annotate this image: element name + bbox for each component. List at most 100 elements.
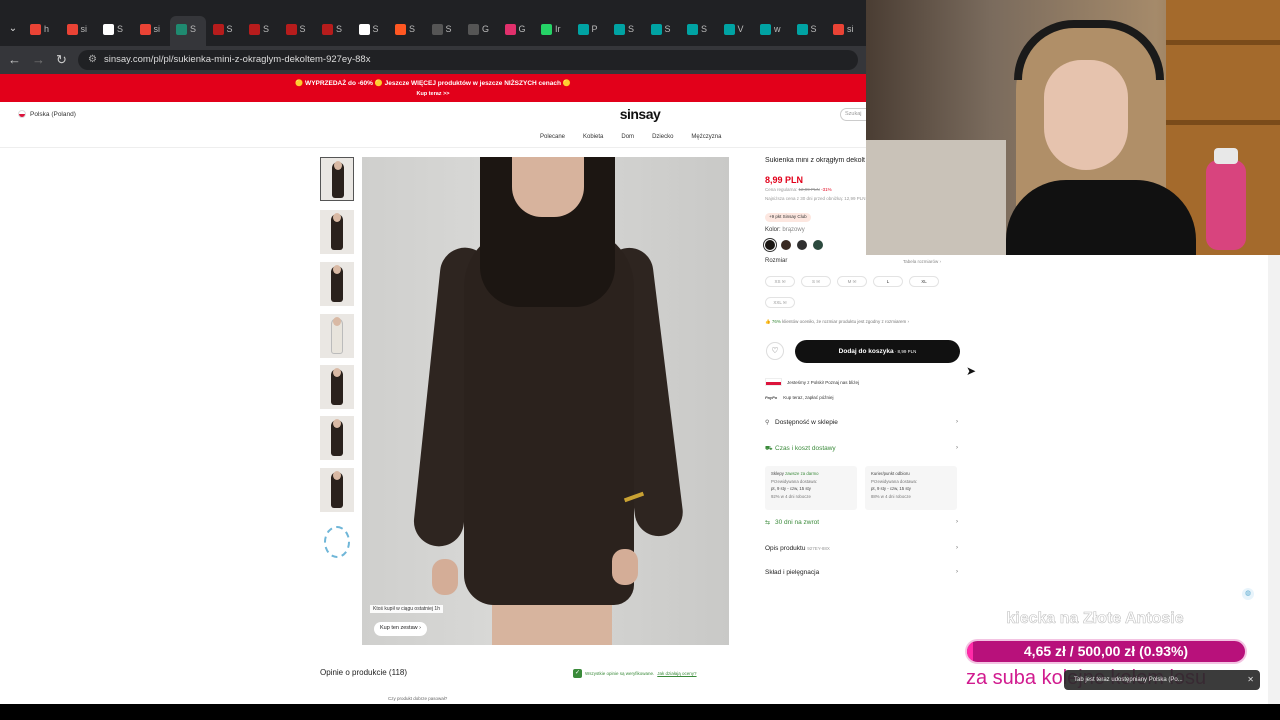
browser-tab[interactable]: S bbox=[249, 20, 269, 38]
gallery-thumbnail[interactable] bbox=[320, 262, 354, 306]
size-option-xl[interactable]: XL bbox=[909, 276, 939, 287]
poland-flag-icon bbox=[18, 110, 26, 118]
color-swatch[interactable] bbox=[813, 240, 823, 250]
browser-tab[interactable]: S bbox=[431, 20, 452, 38]
browser-tab[interactable]: si bbox=[66, 20, 87, 38]
promo-cta-link[interactable]: Kup teraz >> bbox=[0, 91, 866, 97]
delivery-line: pt, 9 sty - czw, 15 sty bbox=[871, 486, 911, 491]
add-to-cart-price: · 8,99 PLN bbox=[893, 349, 917, 354]
country-selector[interactable]: Polska (Poland) bbox=[18, 110, 76, 118]
tab-favicon-icon bbox=[760, 23, 771, 35]
composition-care-row[interactable]: Skład i pielęgnacja › bbox=[765, 569, 960, 581]
tab-label: S bbox=[445, 24, 452, 34]
cam-bottle bbox=[1206, 160, 1246, 250]
browser-tab[interactable]: S bbox=[212, 20, 233, 38]
nav-item-polecane[interactable]: Polecane bbox=[540, 134, 565, 140]
gallery-thumbnail[interactable] bbox=[320, 210, 354, 254]
tab-search-dropdown-icon[interactable]: ⌄ bbox=[6, 22, 20, 36]
size-option-xxl[interactable]: XXL ✉ bbox=[765, 297, 795, 308]
header-divider bbox=[0, 147, 866, 148]
size-table-link[interactable]: Tabela rozmiarów › bbox=[903, 259, 941, 264]
reload-icon[interactable]: ↻ bbox=[56, 52, 67, 68]
browser-tab[interactable]: S bbox=[322, 20, 342, 38]
nav-item-mezczyzna[interactable]: Mężczyzna bbox=[691, 134, 721, 140]
browser-tab[interactable]: h bbox=[30, 20, 49, 38]
color-swatch[interactable] bbox=[765, 240, 775, 250]
chevron-right-icon: › bbox=[956, 545, 958, 551]
color-swatch[interactable] bbox=[781, 240, 791, 250]
size-option-xs[interactable]: XS ✉ bbox=[765, 276, 795, 287]
chevron-right-icon: › bbox=[956, 569, 958, 575]
delivery-card-courier: Kurier/punkt odbioru Przewidywana dostaw… bbox=[865, 466, 957, 510]
chat-help-icon[interactable]: ◍ bbox=[1242, 588, 1254, 600]
product-main-image[interactable]: Ktoś kupił w ciągu ostatniej 1h Kup ten … bbox=[362, 157, 729, 645]
fit-note-text[interactable]: klientów oceniło, że rozmiar produktu je… bbox=[781, 319, 909, 324]
browser-tab[interactable]: S bbox=[395, 20, 415, 38]
browser-tab[interactable]: si bbox=[833, 20, 854, 38]
gallery-thumbnail-size-guide[interactable] bbox=[320, 520, 354, 564]
browser-tab[interactable]: G bbox=[468, 20, 489, 38]
thumbs-up-icon: 👍 bbox=[765, 319, 771, 324]
how-ratings-work-link[interactable]: Jak działają oceny? bbox=[657, 671, 696, 676]
forward-arrow-icon[interactable]: → bbox=[32, 52, 45, 67]
product-description-row[interactable]: Opis produktu 927EY-88X › bbox=[765, 545, 960, 557]
color-label: Kolor: brązowy bbox=[765, 227, 805, 233]
site-logo[interactable]: sinsay bbox=[600, 106, 680, 122]
polish-brand-info[interactable]: Jesteśmy z Polski! Poznaj nas bliżej bbox=[765, 378, 859, 386]
screen: ⌄ hsiSsiSSSSSSSSGGIrPSSSVwSsiSMS ← → ↻ ⚙… bbox=[0, 0, 1280, 720]
browser-tab[interactable]: Ir bbox=[541, 20, 561, 38]
nav-item-dziecko[interactable]: Dziecko bbox=[652, 134, 673, 140]
paypo-info[interactable]: PayPo Kup teraz, zapłać później bbox=[765, 395, 834, 400]
model-face bbox=[512, 157, 584, 217]
site-info-icon[interactable]: ⚙ bbox=[88, 54, 97, 65]
shop-the-look-button[interactable]: Kup ten zestaw › bbox=[374, 622, 427, 636]
url-text[interactable]: sinsay.com/pl/pl/sukienka-mini-z-okragly… bbox=[104, 54, 370, 65]
color-swatch[interactable] bbox=[797, 240, 807, 250]
size-option-l[interactable]: L bbox=[873, 276, 903, 287]
back-arrow-icon[interactable]: ← bbox=[8, 52, 21, 67]
nav-item-dom[interactable]: Dom bbox=[621, 134, 634, 140]
promo-banner[interactable]: 🟡 WYPRZEDAŻ do -60% 🟡 Jeszcze WIĘCEJ pro… bbox=[0, 74, 866, 102]
close-icon[interactable]: ✕ bbox=[1247, 670, 1254, 690]
search-input[interactable]: Szukaj bbox=[840, 108, 868, 121]
browser-tab[interactable]: P bbox=[577, 20, 598, 38]
browser-tab[interactable]: S bbox=[796, 20, 817, 38]
store-availability-row[interactable]: ⚲ Dostępność w sklepie › bbox=[765, 419, 960, 431]
gallery-thumbnail[interactable] bbox=[320, 157, 354, 201]
truck-icon: ⛟ bbox=[765, 446, 773, 452]
browser-tab[interactable]: S bbox=[614, 20, 634, 38]
browser-tab[interactable]: G bbox=[504, 20, 526, 38]
add-to-cart-button[interactable]: Dodaj do koszyka · 8,99 PLN bbox=[795, 340, 960, 363]
wishlist-heart-button[interactable]: ♡ bbox=[766, 342, 784, 360]
returns-row[interactable]: ⇆ 30 dni na zwrot › bbox=[765, 519, 960, 531]
tab-favicon-icon bbox=[723, 23, 735, 35]
tab-label: G bbox=[482, 24, 490, 34]
browser-tab[interactable]: si bbox=[139, 20, 161, 38]
nav-item-kobieta[interactable]: Kobieta bbox=[583, 134, 603, 140]
heart-icon: ♡ bbox=[771, 346, 779, 355]
gallery-thumbnail[interactable] bbox=[320, 468, 354, 512]
tab-label: si bbox=[153, 24, 161, 34]
browser-tab[interactable]: S bbox=[285, 20, 306, 38]
browser-tab[interactable]: w bbox=[760, 20, 781, 38]
page-scrollbar[interactable] bbox=[1268, 255, 1280, 705]
browser-tab[interactable]: S bbox=[687, 20, 707, 38]
tab-favicon-icon bbox=[614, 23, 625, 35]
size-option-m[interactable]: M ✉ bbox=[837, 276, 867, 287]
browser-tab[interactable]: S bbox=[176, 20, 196, 38]
cam-bed bbox=[866, 140, 1006, 255]
gallery-thumbnail[interactable] bbox=[320, 314, 354, 358]
address-bar[interactable]: ⚙ sinsay.com/pl/pl/sukienka-mini-z-okrag… bbox=[78, 50, 858, 70]
tab-label: h bbox=[44, 24, 50, 34]
tab-favicon-icon bbox=[139, 23, 151, 35]
gallery-thumbnail[interactable] bbox=[320, 416, 354, 460]
browser-tab[interactable]: S bbox=[103, 20, 123, 38]
browser-tab[interactable]: S bbox=[358, 20, 379, 38]
browser-tab[interactable]: V bbox=[723, 20, 744, 38]
delivery-row[interactable]: ⛟ Czas i koszt dostawy › bbox=[765, 445, 960, 457]
browser-tab[interactable]: S bbox=[650, 20, 671, 38]
size-label: Rozmiar bbox=[765, 258, 788, 264]
size-option-s[interactable]: S ✉ bbox=[801, 276, 831, 287]
tab-label: S bbox=[372, 24, 379, 34]
gallery-thumbnail[interactable] bbox=[320, 365, 354, 409]
